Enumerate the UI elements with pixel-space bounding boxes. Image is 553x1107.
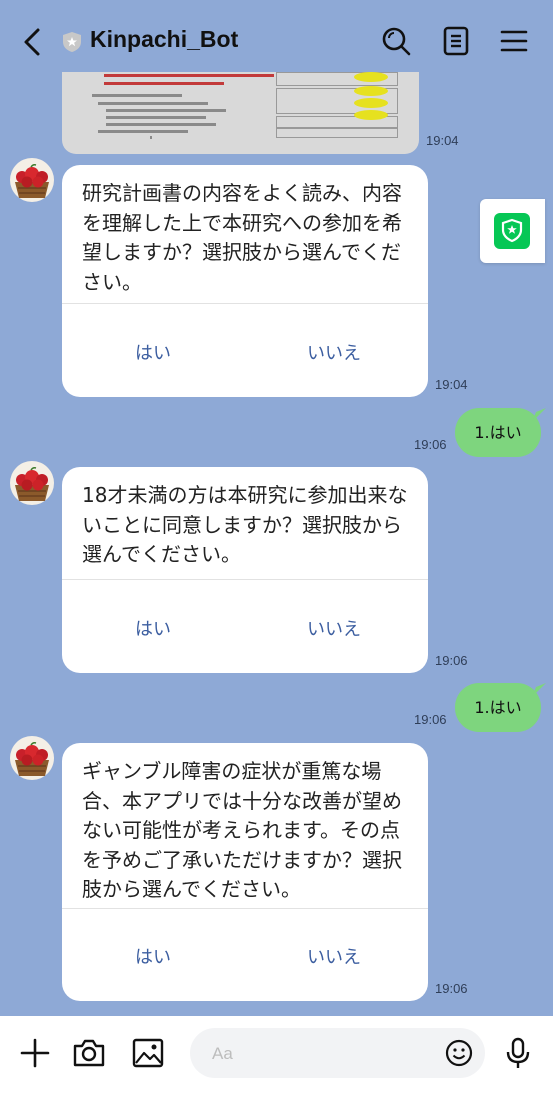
- bot-avatar-apple-basket-icon[interactable]: [10, 461, 54, 505]
- security-badge[interactable]: [480, 199, 545, 263]
- option-yes-button[interactable]: はい: [135, 339, 171, 365]
- microphone-icon[interactable]: [501, 1036, 535, 1070]
- bot-message-card: 研究計画書の内容をよく読み、内容を理解した上で本研究への参加を希望しますか？選択…: [62, 165, 428, 397]
- bubble-tail: [532, 408, 546, 422]
- menu-icon[interactable]: [498, 25, 530, 57]
- emoji-icon[interactable]: [444, 1038, 474, 1068]
- message-input[interactable]: [210, 1041, 434, 1067]
- bot-message-text: ギャンブル障害の症状が重篤な場合、本アプリでは十分な改善が望めない可能性が考えら…: [82, 759, 402, 901]
- card-divider: [62, 579, 428, 580]
- card-divider: [62, 303, 428, 304]
- user-message-bubble: 1.はい: [455, 683, 541, 732]
- image-icon[interactable]: [131, 1036, 165, 1070]
- option-no-button[interactable]: いいえ: [307, 339, 361, 365]
- bot-message-text: 18才未満の方は本研究に参加出来ないことに同意しますか？選択肢から選んでください…: [82, 483, 408, 566]
- message-time: 19:06: [435, 981, 468, 996]
- message-input-box[interactable]: [190, 1028, 485, 1078]
- chat-title: Kinpachi_Bot: [90, 26, 239, 52]
- message-time: 19:04: [426, 133, 459, 148]
- message-time: 19:06: [435, 653, 468, 668]
- message-time: 19:04: [435, 377, 468, 392]
- bot-message-card: ギャンブル障害の症状が重篤な場合、本アプリでは十分な改善が望めない可能性が考えら…: [62, 743, 428, 1001]
- bot-message-card: 18才未満の方は本研究に参加出来ないことに同意しますか？選択肢から選んでください…: [62, 467, 428, 673]
- search-icon[interactable]: [380, 25, 412, 57]
- shield-icon: [63, 32, 81, 52]
- message-time: 19:06: [414, 712, 447, 727]
- card-divider: [62, 908, 428, 909]
- option-yes-button[interactable]: はい: [135, 943, 171, 969]
- bot-message-text: 研究計画書の内容をよく読み、内容を理解した上で本研究への参加を希望しますか？選択…: [82, 181, 402, 294]
- back-arrow-icon[interactable]: [18, 24, 46, 60]
- bot-avatar-apple-basket-icon[interactable]: [10, 736, 54, 780]
- security-shield-icon: [494, 213, 530, 249]
- notes-icon[interactable]: [440, 25, 472, 57]
- message-time: 19:06: [414, 437, 447, 452]
- bot-avatar-apple-basket-icon[interactable]: [10, 158, 54, 202]
- document-image-message[interactable]: [62, 72, 419, 154]
- option-yes-button[interactable]: はい: [135, 615, 171, 641]
- message-input-bar: [0, 1016, 553, 1107]
- camera-icon[interactable]: [72, 1036, 106, 1070]
- chat-header: Kinpachi_Bot: [0, 0, 553, 72]
- plus-icon[interactable]: [18, 1036, 52, 1070]
- bubble-tail: [532, 683, 546, 697]
- option-no-button[interactable]: いいえ: [307, 615, 361, 641]
- option-no-button[interactable]: いいえ: [307, 943, 361, 969]
- user-message-bubble: 1.はい: [455, 408, 541, 457]
